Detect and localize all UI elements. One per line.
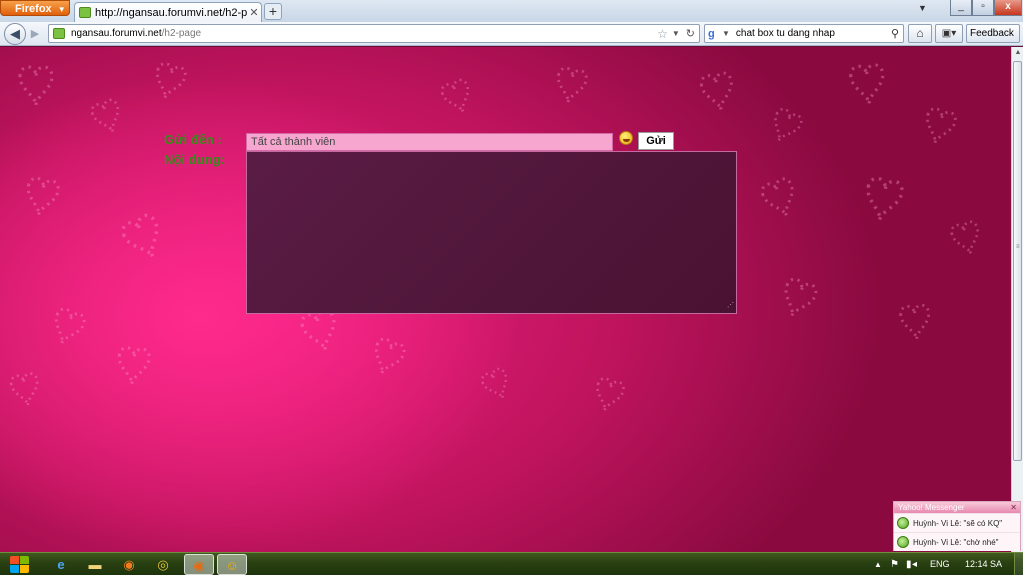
navigation-bar: ◀ ▶ ngansau.forumvi.net /h2-page ☆ ▼ ↻ g…	[0, 22, 1023, 56]
tab-list-icon[interactable]: ▼	[918, 3, 927, 13]
forward-arrow-icon[interactable]: ▶	[26, 26, 44, 42]
back-arrow-icon[interactable]: ◀	[4, 23, 26, 45]
tray-expand-icon[interactable]: ▲	[874, 553, 882, 575]
firefox-icon[interactable]: ◉	[114, 554, 144, 575]
search-input[interactable]: chat box tu dang nhap	[736, 28, 891, 39]
maximize-button[interactable]: ▫	[972, 0, 994, 16]
tab-active[interactable]: http://ngansau.forumvi.net/h2-page ✕	[74, 2, 262, 22]
send-button[interactable]: Gửi	[638, 132, 674, 150]
yahoo-messenger-icon	[897, 517, 909, 529]
content-label: Nội dung:	[164, 152, 225, 167]
url-history-dropdown-icon[interactable]: ▼	[672, 29, 680, 38]
scroll-up-icon[interactable]: ▲	[1012, 47, 1023, 59]
search-icon[interactable]: ⚲	[891, 27, 899, 40]
url-bar[interactable]: ngansau.forumvi.net /h2-page ☆ ▼ ↻	[48, 24, 700, 43]
close-tab-icon[interactable]: ✕	[247, 6, 261, 19]
feedback-label: Feedback	[970, 28, 1014, 39]
messenger-header: Yahoo! Messenger ✕	[894, 502, 1020, 513]
minimize-button[interactable]: _	[950, 0, 972, 16]
chrome-icon[interactable]: ◎	[148, 554, 178, 575]
google-icon[interactable]: g	[708, 28, 720, 40]
home-icon[interactable]: ⌂	[908, 24, 932, 43]
messenger-title: Yahoo! Messenger	[898, 503, 965, 512]
url-path: /h2-page	[161, 28, 202, 39]
volume-icon[interactable]: ◂	[912, 553, 917, 575]
notification-text: Huỳnh- Vi Lê: "sẽ có KQ"	[913, 518, 1003, 528]
battery-icon[interactable]: ▮	[906, 553, 912, 575]
action-center-icon[interactable]: ⚑	[890, 553, 899, 575]
tab-title: http://ngansau.forumvi.net/h2-page	[95, 6, 247, 19]
reload-icon[interactable]: ↻	[686, 27, 695, 40]
message-textarea[interactable]: ⋰	[246, 151, 737, 314]
language-indicator[interactable]: ENG	[930, 553, 950, 575]
messenger-notification[interactable]: Huỳnh- Vi Lê: "sẽ có KQ"	[894, 513, 1020, 532]
firefox-menu-label: Firefox	[15, 3, 52, 15]
taskbar: e ▬ ◉ ◎ ◉ ☺ ▲ ⚑ ▮ ◂ ENG 12:14 SA	[0, 552, 1023, 575]
yahoo-messenger-icon[interactable]: ☺	[217, 554, 247, 575]
thumb-grip-icon: ≡	[1016, 244, 1020, 250]
bookmark-star-icon[interactable]: ☆	[657, 27, 668, 41]
firefox-menu-button[interactable]: Firefox ▼	[0, 0, 70, 16]
ie-icon[interactable]: e	[46, 554, 76, 575]
messenger-notification[interactable]: Huỳnh- Vi Lê: "chờ nhé"	[894, 532, 1020, 551]
search-bar[interactable]: g ▼ chat box tu dang nhap ⚲	[704, 24, 904, 43]
yahoo-messenger-icon	[897, 536, 909, 548]
chevron-down-icon: ▼	[57, 5, 66, 14]
page-content: Gửi đến : Nội dung: Tất cả thành viên Gử…	[0, 47, 1011, 552]
show-desktop-button[interactable]	[1014, 553, 1023, 575]
folder-icon[interactable]: ▬	[80, 554, 110, 575]
firefox-window-icon[interactable]: ◉	[184, 554, 214, 575]
favicon-icon	[53, 28, 65, 39]
resize-grip-icon[interactable]: ⋰	[727, 302, 735, 312]
recipient-label: Gửi đến :	[164, 132, 222, 147]
notification-text: Huỳnh- Vi Lê: "chờ nhé"	[913, 537, 999, 547]
scroll-thumb[interactable]: ≡	[1013, 61, 1022, 461]
favicon-icon	[79, 7, 91, 18]
page-scrollbar[interactable]: ▲ ≡ ▼	[1011, 47, 1023, 552]
close-window-button[interactable]: x	[994, 0, 1022, 16]
feedback-button[interactable]: Feedback ▾	[966, 24, 1020, 56]
recipient-select[interactable]: Tất cả thành viên	[246, 133, 613, 151]
emoticon-icon[interactable]	[619, 131, 633, 145]
close-icon[interactable]: ✕	[1010, 502, 1017, 513]
panorama-icon[interactable]: ▣▾	[935, 24, 963, 43]
clock[interactable]: 12:14 SA	[965, 553, 1002, 575]
title-bar: Firefox ▼ http://ngansau.forumvi.net/h2-p…	[0, 0, 1023, 22]
messenger-popup[interactable]: Yahoo! Messenger ✕ Huỳnh- Vi Lê: "sẽ có …	[893, 501, 1021, 551]
new-tab-button[interactable]: +	[264, 3, 282, 20]
search-engine-dropdown-icon[interactable]: ▼	[722, 29, 730, 38]
windows-start-icon[interactable]	[8, 554, 30, 575]
url-domain: ngansau.forumvi.net	[71, 28, 162, 39]
